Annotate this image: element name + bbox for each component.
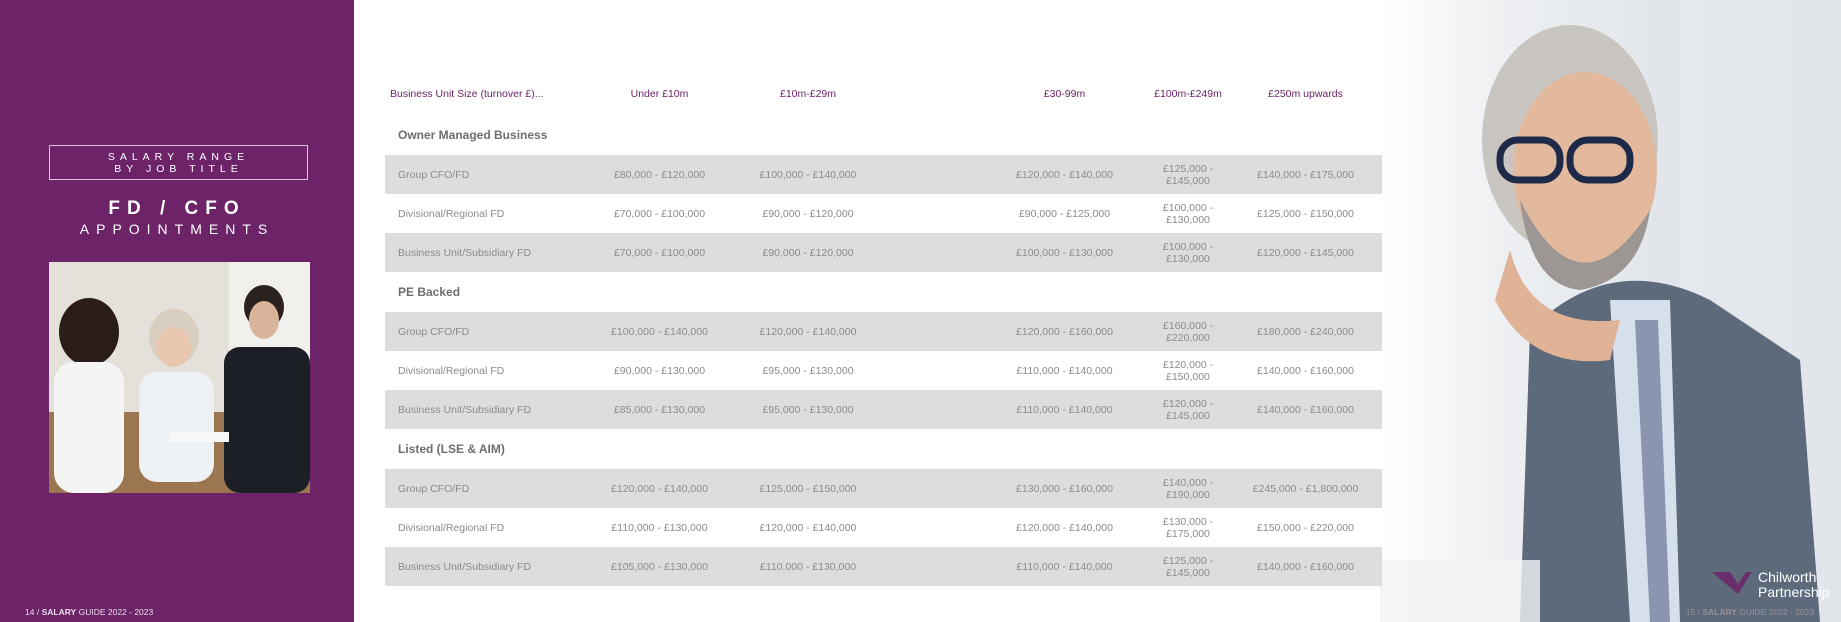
cell-250m-upwards: £150,000 - £220,000 <box>1257 521 1354 534</box>
row-role: Business Unit/Subsidiary FD <box>385 390 587 429</box>
section-heading: PE Backed <box>385 272 1382 312</box>
section-heading: Listed (LSE & AIM) <box>385 429 1382 469</box>
cell-250m-upwards: £140,000 - £160,000 <box>1229 390 1382 429</box>
cell-under-10m: £100,000 - £140,000 <box>587 312 732 351</box>
row-role: Group CFO/FD <box>385 469 587 508</box>
section-heading: Owner Managed Business <box>385 115 1382 155</box>
cell-100m-249m: £120,000 - £150,000 <box>1162 358 1214 383</box>
cell-under-10m: £105,000 - £130,000 <box>587 547 732 586</box>
section-name: Owner Managed Business <box>398 128 548 142</box>
salary-box-line2: BY JOB TITLE <box>114 162 243 175</box>
cell-10m-29m: £110,000 - £130,000 <box>732 547 884 586</box>
cell-30-99m: £110,000 - £140,000 <box>884 547 1147 586</box>
table-row: Divisional/Regional FD £90,000 - £130,00… <box>385 351 1382 390</box>
cell-30-99m: £120,000 - £160,000 <box>884 312 1147 351</box>
cell-10m-29m: £95,000 - £130,000 <box>762 364 854 377</box>
left-panel: SALARY RANGE BY JOB TITLE FD / CFO APPOI… <box>0 0 354 622</box>
cell-under-10m: £90,000 - £130,000 <box>613 364 706 377</box>
salary-table: Business Unit Size (turnover £)... Under… <box>385 72 1382 586</box>
cell-under-10m: £85,000 - £130,000 <box>587 390 732 429</box>
cell-250m-upwards: £140,000 - £160,000 <box>1257 364 1354 377</box>
cell-30-99m: £130,000 - £160,000 <box>884 469 1147 508</box>
cell-250m-upwards: £180,000 - £240,000 <box>1229 312 1382 351</box>
cell-100m-249m: £140,000 - £190,000 <box>1147 469 1229 508</box>
cell-250m-upwards: £125,000 - £150,000 <box>1257 207 1354 220</box>
cell-10m-29m: £100,000 - £140,000 <box>732 155 884 194</box>
left-footer-bold: SALARY <box>41 607 77 617</box>
table-row: Business Unit/Subsidiary FD £105,000 - £… <box>385 547 1382 586</box>
header-under-10m: Under £10m <box>630 87 689 100</box>
cell-30-99m: £90,000 - £125,000 <box>1018 207 1111 220</box>
cell-under-10m: £80,000 - £120,000 <box>587 155 732 194</box>
businessman-photo <box>1380 0 1841 622</box>
cell-100m-249m: £120,000 - £145,000 <box>1147 390 1229 429</box>
cell-10m-29m: £90,000 - £120,000 <box>762 207 854 220</box>
header-250m-upwards: £250m upwards <box>1268 87 1343 100</box>
row-role: Business Unit/Subsidiary FD <box>385 547 587 586</box>
table-row: Business Unit/Subsidiary FD £85,000 - £1… <box>385 390 1382 429</box>
header-30-99m: £30-99m <box>1043 87 1086 100</box>
cell-30-99m: £120,000 - £140,000 <box>1016 521 1113 534</box>
left-page-footer: 14 / SALARY GUIDE 2022 - 2023 <box>25 607 153 617</box>
table-row: Group CFO/FD £80,000 - £120,000 £100,000… <box>385 155 1382 194</box>
logo-line1: Chilworth <box>1758 569 1817 585</box>
cell-30-99m: £100,000 - £130,000 <box>884 233 1147 272</box>
meeting-photo <box>49 262 310 493</box>
header-10m-29m: £10m-£29m <box>779 87 837 100</box>
cell-10m-29m: £95,000 - £130,000 <box>732 390 884 429</box>
cell-10m-29m: £125,000 - £150,000 <box>732 469 884 508</box>
cell-250m-upwards: £140,000 - £175,000 <box>1229 155 1382 194</box>
header-business-unit: Business Unit Size (turnover £)... <box>390 87 544 100</box>
row-role: Divisional/Regional FD <box>398 207 505 220</box>
cell-100m-249m: £100,000 - £130,000 <box>1162 201 1214 226</box>
businessman-illustration <box>1380 0 1841 622</box>
logo-line2: Partnership <box>1758 584 1830 600</box>
table-row: Group CFO/FD £120,000 - £140,000 £125,00… <box>385 469 1382 508</box>
logo-text: Chilworth Partnership <box>1758 570 1830 600</box>
right-page-footer: 15 / SALARY GUIDE 2022 - 2023 <box>1686 607 1814 617</box>
row-role: Divisional/Regional FD <box>398 521 505 534</box>
cell-under-10m: £110,000 - £130,000 <box>611 521 708 534</box>
cell-100m-249m: £100,000 - £130,000 <box>1147 233 1229 272</box>
page-title: FD / CFO <box>108 198 246 219</box>
table-row: Business Unit/Subsidiary FD £70,000 - £1… <box>385 233 1382 272</box>
cell-under-10m: £70,000 - £100,000 <box>613 207 706 220</box>
cell-10m-29m: £90,000 - £120,000 <box>732 233 884 272</box>
table-row: Divisional/Regional FD £110,000 - £130,0… <box>385 508 1382 547</box>
cell-30-99m: £110,000 - £140,000 <box>884 390 1147 429</box>
cell-30-99m: £120,000 - £140,000 <box>884 155 1147 194</box>
salary-range-box: SALARY RANGE BY JOB TITLE <box>49 145 308 180</box>
header-100m-249m: £100m-£249m <box>1154 87 1222 100</box>
cell-100m-249m: £125,000 - £145,000 <box>1147 155 1229 194</box>
cell-10m-29m: £120,000 - £140,000 <box>732 312 884 351</box>
company-logo: Chilworth Partnership <box>1710 568 1830 604</box>
cell-250m-upwards: £140,000 - £160,000 <box>1229 547 1382 586</box>
left-footer-rest: GUIDE 2022 - 2023 <box>78 607 154 617</box>
cell-30-99m: £110,000 - £140,000 <box>1016 364 1113 377</box>
left-footer-page: 14 / <box>25 607 40 617</box>
cell-under-10m: £120,000 - £140,000 <box>587 469 732 508</box>
cell-100m-249m: £160,000 - £220,000 <box>1147 312 1229 351</box>
row-role: Group CFO/FD <box>385 312 587 351</box>
table-row: Divisional/Regional FD £70,000 - £100,00… <box>385 194 1382 233</box>
meeting-illustration <box>49 262 310 493</box>
cell-under-10m: £70,000 - £100,000 <box>587 233 732 272</box>
cell-250m-upwards: £120,000 - £145,000 <box>1229 233 1382 272</box>
salary-box-line1: SALARY RANGE <box>107 150 250 163</box>
row-role: Divisional/Regional FD <box>398 364 505 377</box>
row-role: Business Unit/Subsidiary FD <box>385 233 587 272</box>
cell-250m-upwards: £245,000 - £1,800,000 <box>1229 469 1382 508</box>
page-subtitle: APPOINTMENTS <box>79 221 275 237</box>
cell-100m-249m: £125,000 - £145,000 <box>1147 547 1229 586</box>
right-footer-bold: SALARY <box>1702 607 1737 617</box>
right-footer-rest: GUIDE 2022 - 2023 <box>1739 607 1814 617</box>
section-name: PE Backed <box>398 285 461 299</box>
cell-100m-249m: £130,000 - £175,000 <box>1162 515 1214 540</box>
cell-10m-29m: £120,000 - £140,000 <box>759 521 857 534</box>
table-row: Group CFO/FD £100,000 - £140,000 £120,00… <box>385 312 1382 351</box>
right-footer-page: 15 / <box>1685 607 1700 617</box>
table-header-row: Business Unit Size (turnover £)... Under… <box>385 72 1382 115</box>
section-name: Listed (LSE & AIM) <box>398 442 505 456</box>
row-role: Group CFO/FD <box>385 155 587 194</box>
